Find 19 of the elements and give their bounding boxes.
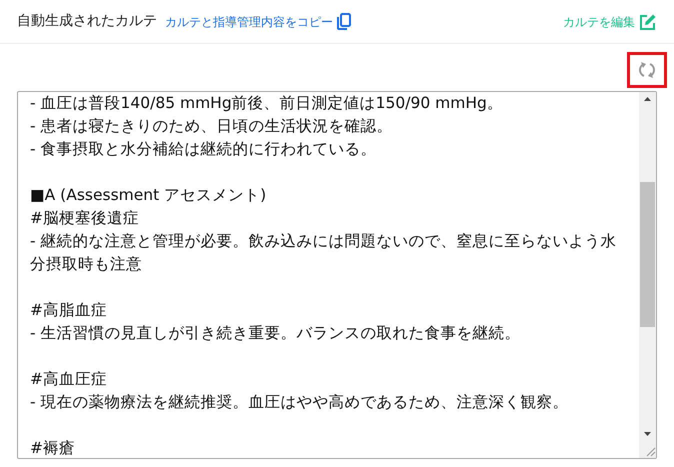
copy-icon xyxy=(337,13,351,30)
text-line: #脳梗塞後遺症 xyxy=(30,208,140,229)
text-line: - 食事摂取と水分補給は継続的に行われている。 xyxy=(30,139,378,160)
edit-link[interactable]: カルテを編集 xyxy=(563,12,657,30)
text-line: - 血圧は普段140/85 mmHg前後、前日測定値は150/90 mmHg。 xyxy=(30,93,504,114)
edit-icon xyxy=(639,12,657,30)
panel-title: 自動生成されたカルテ xyxy=(17,12,157,31)
text-line: - 患者は寝たきりのため、日頃の生活状況を確認。 xyxy=(30,116,394,137)
text-line: - 生活習慣の見直しが引き続き重要。バランスの取れた食事を継続。 xyxy=(30,323,522,344)
text-line: - 継続的な注意と管理が必要。飲み込みには問題ないので、窒息に至らないよう水分摂取時も注意 xyxy=(30,231,617,275)
text-line: - 現在の薬物療法を継続推奨。血圧はやや高めであるため、注意深く観察。 xyxy=(30,392,570,413)
note-text-area[interactable] xyxy=(17,91,657,459)
text-line: #褥瘡 xyxy=(30,438,76,458)
text-line: #高血圧症 xyxy=(30,369,108,390)
text-line: ■A (Assessment アセスメント) xyxy=(30,185,268,206)
refresh-button[interactable] xyxy=(627,52,667,88)
text-line: #高脂血症 xyxy=(30,300,108,321)
copy-link[interactable]: カルテと指導管理内容をコピー xyxy=(165,12,351,30)
refresh-icon xyxy=(638,61,656,79)
